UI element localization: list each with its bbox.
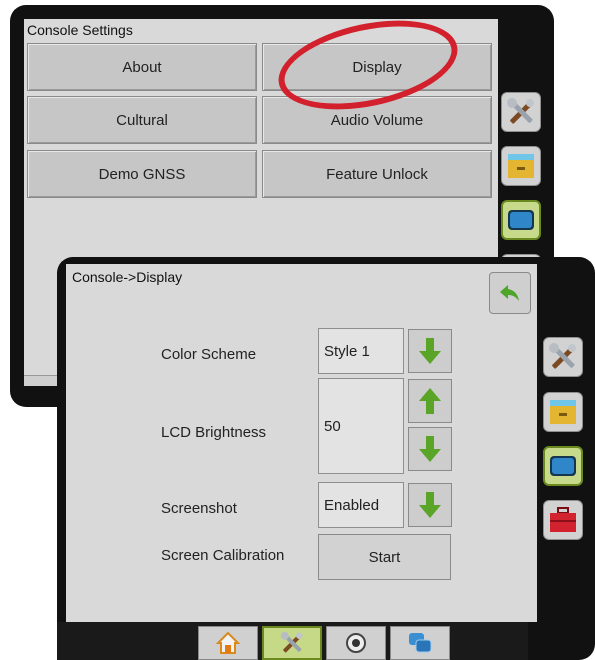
lcd-brightness-label: LCD Brightness <box>161 424 267 441</box>
page-title: Console->Display <box>72 269 183 285</box>
display-settings-content: Console->Display Color Scheme Style 1 LC… <box>66 264 537 622</box>
tools-icon <box>549 343 576 369</box>
color-scheme-value[interactable]: Style 1 <box>318 328 404 374</box>
tab-equipment[interactable] <box>543 500 583 540</box>
toolbox-icon <box>550 507 576 532</box>
demo-gnss-button[interactable]: Demo GNSS <box>27 150 257 198</box>
arrow-down-icon <box>419 436 441 462</box>
tab-tools[interactable] <box>543 337 583 377</box>
nav-home[interactable] <box>198 626 258 660</box>
arrow-up-icon <box>419 388 441 414</box>
lcd-brightness-value[interactable]: 50 <box>318 378 404 474</box>
color-scheme-label: Color Scheme <box>161 346 257 363</box>
arrow-down-icon <box>419 492 441 518</box>
back-button[interactable] <box>489 272 531 314</box>
page-title: Console Settings <box>27 22 133 38</box>
nav-gauge[interactable] <box>326 626 386 660</box>
screenshot-value[interactable]: Enabled <box>318 482 404 528</box>
home-icon <box>216 631 240 654</box>
screenshot-down-button[interactable] <box>408 483 452 527</box>
arrow-down-icon <box>419 338 441 364</box>
display-settings-panel: Console->Display Color Scheme Style 1 LC… <box>57 257 595 660</box>
tools-icon <box>280 631 303 653</box>
tab-data[interactable] <box>501 146 541 186</box>
tab-console[interactable] <box>543 446 583 486</box>
tools-icon <box>507 98 534 124</box>
nav-screens[interactable] <box>390 626 450 660</box>
feature-unlock-button[interactable]: Feature Unlock <box>262 150 492 198</box>
about-button[interactable]: About <box>27 43 257 91</box>
lcd-brightness-up-button[interactable] <box>408 379 452 423</box>
folder-icon <box>550 400 576 424</box>
screen-calibration-label: Screen Calibration <box>161 547 285 564</box>
monitor-icon <box>550 456 576 476</box>
cultural-button[interactable]: Cultural <box>27 96 257 144</box>
folder-icon <box>508 154 534 178</box>
color-scheme-down-button[interactable] <box>408 329 452 373</box>
lcd-brightness-down-button[interactable] <box>408 427 452 471</box>
start-calibration-button[interactable]: Start <box>318 534 451 580</box>
monitor-icon <box>508 210 534 230</box>
back-arrow-icon <box>500 285 519 301</box>
screenshot-label: Screenshot <box>161 500 237 517</box>
screens-icon <box>409 633 432 653</box>
nav-tools[interactable] <box>262 626 322 660</box>
gauge-icon <box>346 633 366 653</box>
tab-console[interactable] <box>501 200 541 240</box>
bottom-nav <box>57 622 528 660</box>
tab-data[interactable] <box>543 392 583 432</box>
tab-tools[interactable] <box>501 92 541 132</box>
